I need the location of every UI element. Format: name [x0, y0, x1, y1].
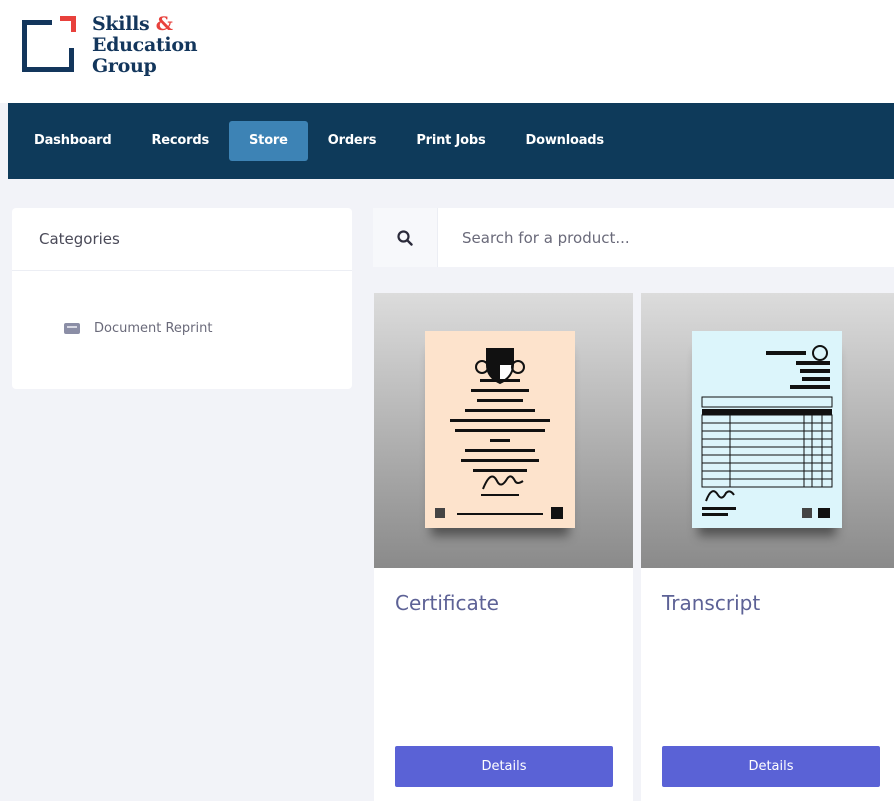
certificate-illustration-icon: [425, 331, 575, 528]
search-icon: [397, 229, 413, 246]
brand-name: Skills & Education Group: [92, 13, 198, 77]
transcript-illustration-icon: [692, 331, 842, 528]
logo-mark-icon: [20, 14, 80, 74]
product-card-transcript[interactable]: Transcript Details: [641, 293, 894, 801]
product-title: Transcript: [662, 591, 761, 615]
brand-ampersand: &: [155, 13, 173, 35]
brand-line-3: Group: [92, 55, 157, 77]
nav-item-downloads[interactable]: Downloads: [506, 121, 624, 161]
nav-item-store[interactable]: Store: [229, 121, 308, 161]
search-input[interactable]: [438, 208, 894, 267]
app-header: Skills & Education Group: [0, 0, 894, 103]
nav-item-dashboard[interactable]: Dashboard: [14, 121, 131, 161]
product-image: [374, 293, 633, 568]
main-nav: Dashboard Records Store Orders Print Job…: [8, 103, 894, 179]
document-icon: [64, 323, 80, 334]
nav-item-records[interactable]: Records: [131, 121, 229, 161]
brand-logo[interactable]: Skills & Education Group: [20, 13, 198, 77]
brand-line-2: Education: [92, 34, 198, 56]
categories-panel: Categories Document Reprint: [12, 208, 352, 389]
details-button[interactable]: Details: [662, 746, 880, 787]
brand-line-1: Skills: [92, 13, 150, 35]
category-document-reprint[interactable]: Document Reprint: [64, 321, 212, 336]
details-button[interactable]: Details: [395, 746, 613, 787]
product-search: [373, 208, 894, 267]
product-image: [641, 293, 894, 568]
category-label: Document Reprint: [94, 321, 213, 336]
nav-item-print-jobs[interactable]: Print Jobs: [396, 121, 505, 161]
product-card-certificate[interactable]: Certificate Details: [374, 293, 633, 801]
nav-item-orders[interactable]: Orders: [308, 121, 397, 161]
product-title: Certificate: [395, 591, 499, 615]
categories-title: Categories: [12, 208, 352, 271]
search-button[interactable]: [373, 208, 438, 267]
